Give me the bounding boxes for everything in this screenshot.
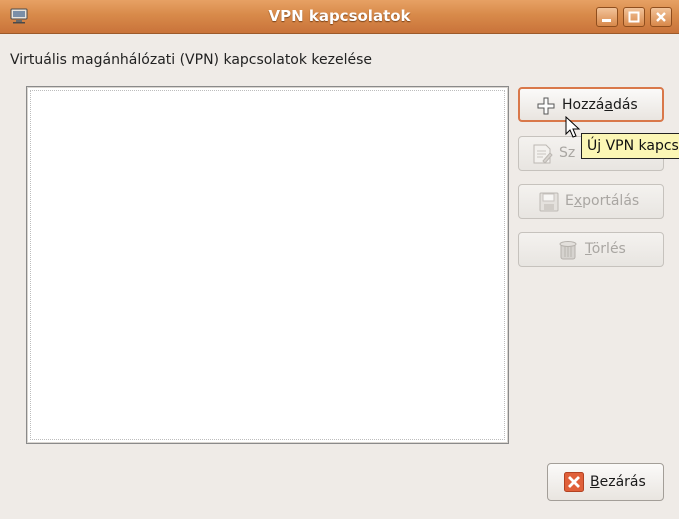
trash-can-icon bbox=[559, 241, 577, 260]
add-button-tooltip: Új VPN kapcs bbox=[581, 133, 679, 159]
minimize-icon bbox=[602, 19, 611, 22]
plus-icon bbox=[537, 97, 555, 115]
close-button[interactable]: Bezárás bbox=[547, 463, 664, 501]
floppy-disk-icon bbox=[539, 192, 559, 212]
list-focus-outline bbox=[30, 90, 505, 440]
edit-button-label: Sz bbox=[559, 145, 576, 161]
minimize-button[interactable] bbox=[596, 7, 618, 27]
add-button[interactable]: Hozzáadás bbox=[518, 87, 664, 122]
dialog-description: Virtuális magánhálózati (VPN) kapcsolato… bbox=[10, 52, 373, 68]
title-bar[interactable]: VPN kapcsolatok bbox=[0, 0, 679, 34]
vpn-dialog-window: VPN kapcsolatok Virtuális magánhálózati … bbox=[0, 0, 679, 519]
edit-document-icon bbox=[533, 144, 553, 164]
export-button-label: Exportálás bbox=[565, 193, 640, 209]
maximize-icon bbox=[628, 11, 640, 23]
delete-button-label: Törlés bbox=[585, 241, 626, 257]
maximize-button[interactable] bbox=[623, 7, 645, 27]
window-title: VPN kapcsolatok bbox=[268, 7, 411, 25]
mouse-pointer-icon bbox=[565, 116, 581, 138]
delete-button[interactable]: Törlés bbox=[518, 232, 664, 267]
close-icon bbox=[656, 12, 666, 22]
close-x-icon bbox=[564, 472, 584, 492]
vpn-connection-list[interactable] bbox=[26, 86, 509, 444]
export-button[interactable]: Exportálás bbox=[518, 184, 664, 219]
close-window-button[interactable] bbox=[650, 7, 672, 27]
close-button-label: Bezárás bbox=[590, 474, 646, 490]
